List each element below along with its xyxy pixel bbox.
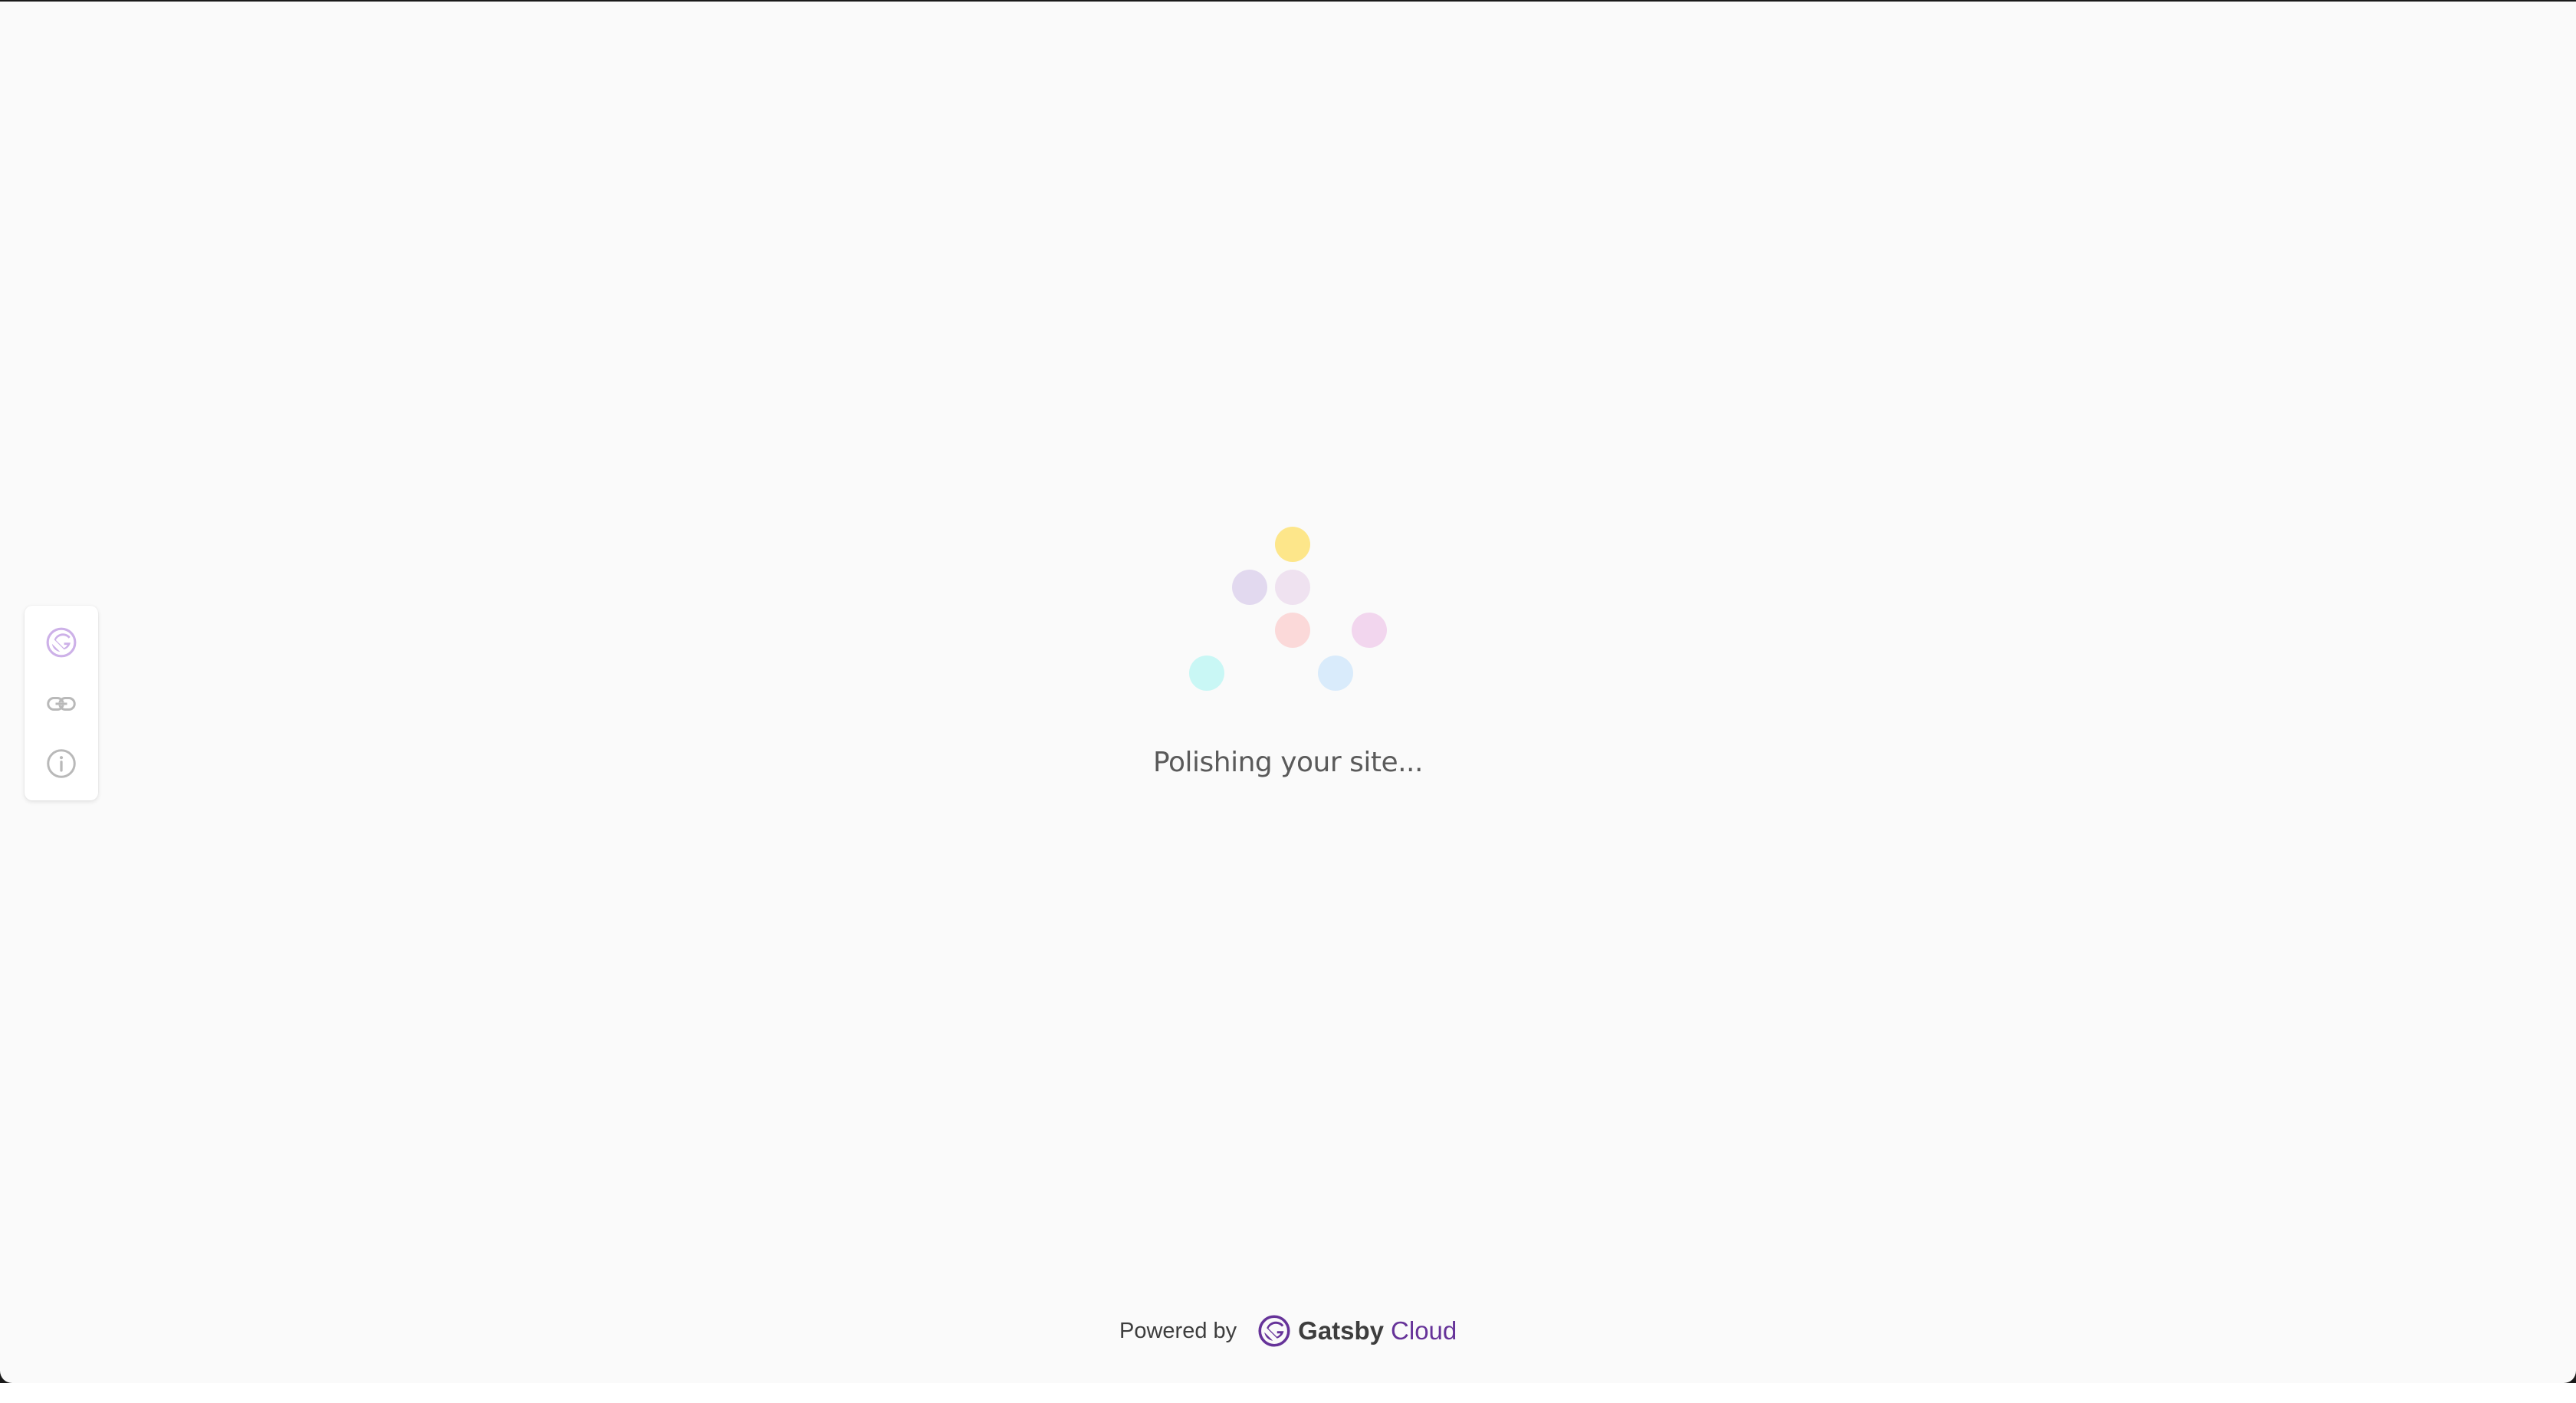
loader-dot bbox=[1318, 656, 1353, 691]
toolbar-link-button[interactable] bbox=[43, 685, 80, 722]
info-icon bbox=[47, 749, 76, 778]
brand-suffix: Cloud bbox=[1391, 1316, 1457, 1345]
loader-dot bbox=[1275, 570, 1310, 605]
gatsby-cloud-link[interactable]: Gatsby Cloud bbox=[1258, 1315, 1457, 1347]
loader-dot bbox=[1232, 570, 1267, 605]
loader-dot bbox=[1275, 613, 1310, 648]
loader-dot bbox=[1275, 527, 1310, 562]
powered-by-footer: Powered by Gatsby Cloud bbox=[1119, 1309, 1457, 1352]
window-bottom-edge bbox=[0, 1383, 2576, 1403]
loading-status-text: Polishing your site... bbox=[1153, 747, 1423, 778]
powered-by-label: Powered by bbox=[1119, 1318, 1237, 1343]
gatsby-logo-icon bbox=[46, 627, 77, 658]
gatsby-logo-icon bbox=[1258, 1315, 1290, 1347]
link-icon bbox=[47, 697, 76, 711]
loader-dot bbox=[1352, 613, 1387, 648]
toolbar-info-button[interactable] bbox=[43, 745, 80, 782]
loader-dot bbox=[1189, 656, 1224, 691]
brand-name: Gatsby bbox=[1298, 1316, 1385, 1345]
loading-animation bbox=[1181, 523, 1395, 699]
preview-toolbar bbox=[25, 606, 98, 800]
preview-page: Polishing your site... Powered by Gatsby… bbox=[0, 2, 2576, 1383]
toolbar-gatsby-button[interactable] bbox=[43, 624, 80, 661]
